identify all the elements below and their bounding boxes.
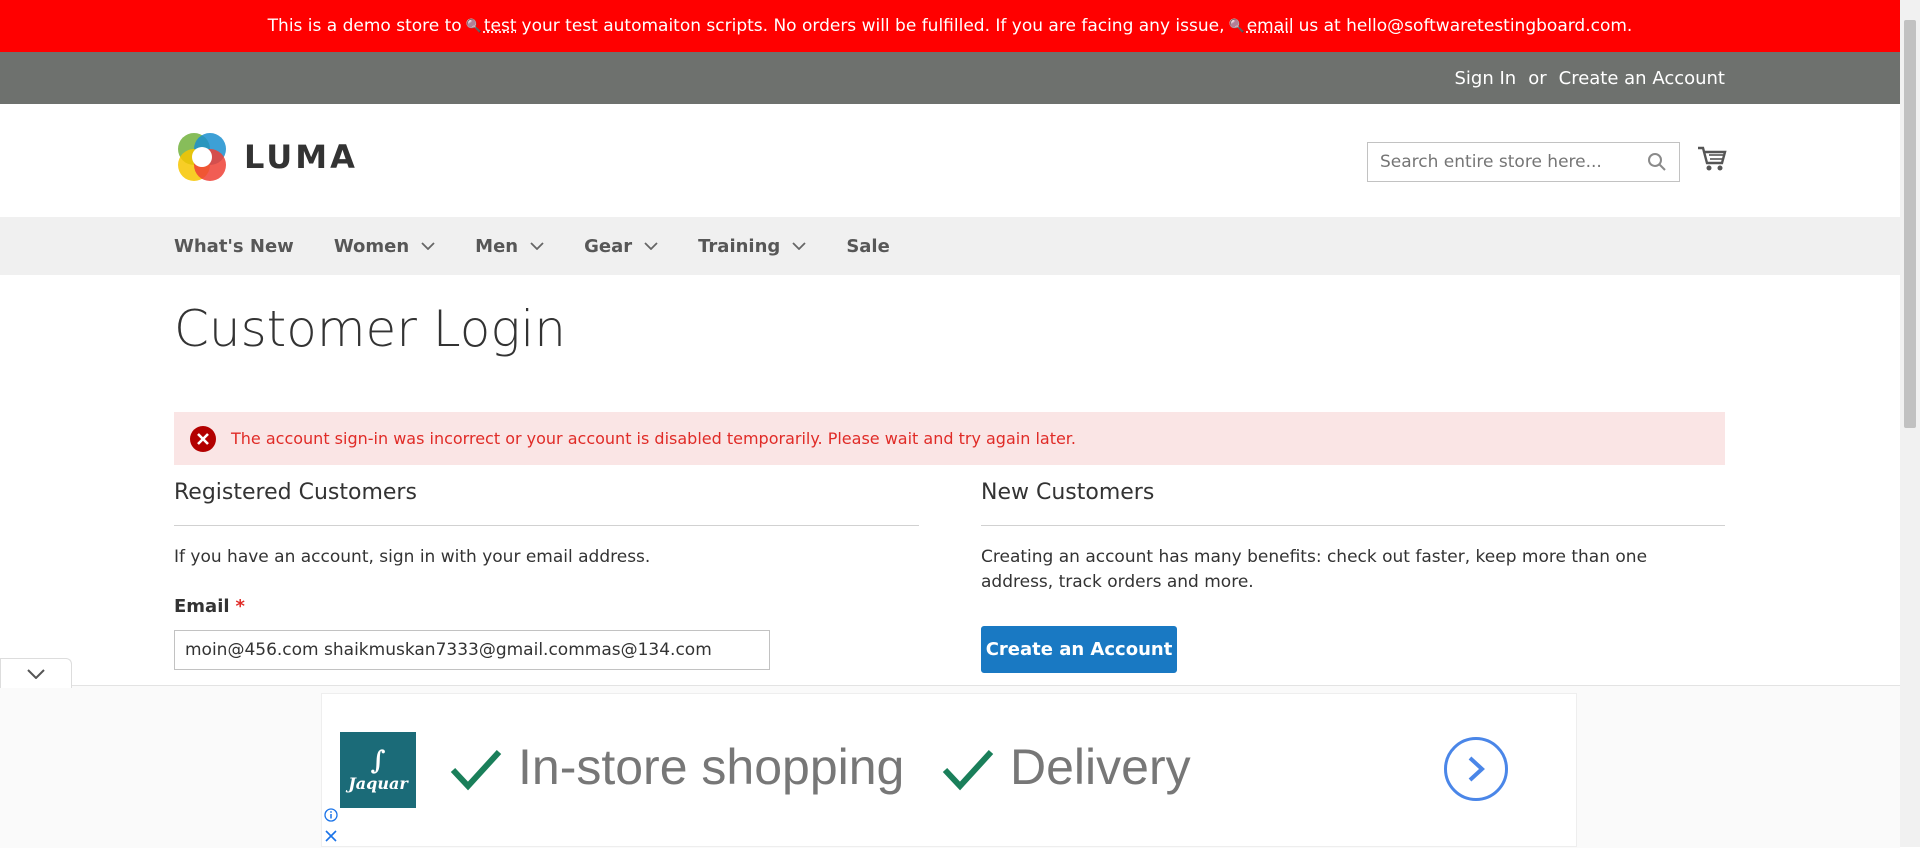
scrollbar-thumb[interactable]: [1904, 20, 1916, 428]
account-bar: Sign In or Create an Account: [0, 52, 1900, 104]
nav-item-label: Gear: [584, 235, 633, 257]
registered-customers-title: Registered Customers: [174, 480, 417, 505]
error-message: The account sign-in was incorrect or you…: [174, 412, 1725, 465]
nav-item-label: Sale: [846, 235, 890, 257]
logo-text: LUMA: [244, 138, 358, 176]
create-account-button[interactable]: Create an Account: [981, 626, 1177, 673]
divider: [174, 525, 919, 526]
main-nav: What's New Women Men Gear Training Sale: [0, 217, 1900, 275]
logo[interactable]: LUMA: [174, 129, 358, 185]
chevron-down-icon: [792, 242, 806, 250]
nav-item-women[interactable]: Women: [334, 236, 435, 257]
nav-item-sale[interactable]: Sale: [846, 236, 890, 257]
new-customers-title: New Customers: [981, 480, 1155, 505]
email-label: Email *: [174, 596, 245, 617]
or-separator: or: [1528, 67, 1547, 89]
chevron-down-icon: [530, 242, 544, 250]
error-icon: [190, 425, 216, 452]
nav-item-label: What's New: [174, 235, 294, 257]
scrollbar[interactable]: [1900, 0, 1920, 847]
new-customers-intro: Creating an account has many benefits: c…: [981, 547, 1648, 592]
error-text: The account sign-in was incorrect or you…: [231, 429, 1076, 448]
ad-brand-name: Jaquar: [348, 773, 408, 793]
cart-button[interactable]: [1697, 145, 1727, 177]
chevron-down-icon: [644, 242, 658, 250]
collapse-ad-button[interactable]: [0, 658, 72, 688]
chevron-right-icon: [1468, 756, 1485, 782]
search-input[interactable]: [1368, 143, 1652, 181]
ad-text-instore: In-store shopping: [518, 739, 905, 795]
cart-icon: [1698, 146, 1727, 171]
page-title: Customer Login: [174, 300, 566, 358]
nav-item-label: Women: [333, 235, 410, 257]
nav-item-label: Training: [698, 235, 781, 257]
nav-item-gear[interactable]: Gear: [584, 236, 658, 257]
checkmark-icon: [450, 749, 502, 791]
chevron-down-icon: [421, 242, 435, 250]
search-icon[interactable]: [1647, 152, 1667, 172]
info-icon[interactable]: [324, 808, 338, 822]
email-label-text: Email: [174, 596, 230, 617]
nav-item-training[interactable]: Training: [698, 236, 806, 257]
ad-brand-logo: ∫ Jaquar: [340, 732, 416, 808]
sign-in-link[interactable]: Sign In: [1455, 68, 1517, 89]
registered-intro: If you have an account, sign in with you…: [174, 547, 651, 567]
brand-mark-icon: ∫: [370, 745, 386, 776]
ad-next-button[interactable]: [1444, 737, 1508, 801]
notice-link-test[interactable]: test: [484, 16, 517, 36]
notice-link-email[interactable]: email: [1247, 16, 1294, 36]
search-icon: 🔍: [465, 18, 482, 34]
divider: [981, 525, 1725, 526]
create-account-link[interactable]: Create an Account: [1559, 68, 1725, 89]
search-icon: 🔍: [1228, 18, 1245, 34]
notice-text-2: your test automaiton scripts. No orders …: [521, 16, 1225, 36]
required-mark: *: [235, 596, 245, 617]
notice-text-3: us at hello@softwaretestingboard.com.: [1298, 16, 1633, 36]
email-field[interactable]: [174, 630, 770, 670]
nav-item-men[interactable]: Men: [475, 236, 544, 257]
nav-item-label: Men: [475, 235, 519, 257]
nav-item-whats-new[interactable]: What's New: [174, 236, 294, 257]
ad-text-delivery: Delivery: [1010, 739, 1191, 795]
checkmark-icon: [942, 749, 994, 791]
search-box: [1367, 142, 1680, 182]
notice-text-1: This is a demo store to: [267, 16, 462, 36]
luma-logo-icon: [178, 133, 226, 181]
close-icon[interactable]: [324, 829, 338, 843]
chevron-down-icon: [27, 668, 45, 679]
demo-notice-bar: This is a demo store to 🔍 test your test…: [0, 0, 1900, 52]
